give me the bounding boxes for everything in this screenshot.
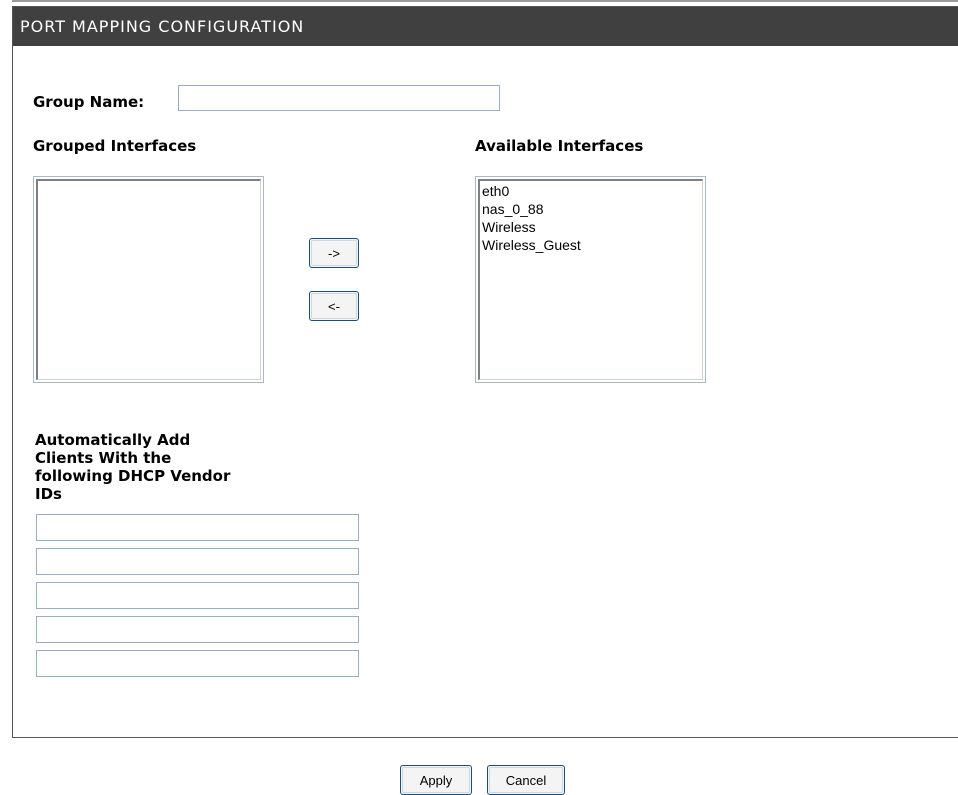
cancel-button[interactable]: Cancel [487,765,565,795]
dhcp-vendor-ids-label-line: Automatically Add [35,431,191,449]
dhcp-vendor-ids-label-line: IDs [35,485,62,503]
group-name-input[interactable] [178,85,500,111]
move-right-button[interactable]: -> [309,238,359,268]
dhcp-vendor-id-input[interactable] [36,650,359,677]
available-interfaces-label: Available Interfaces [475,137,644,155]
group-name-label: Group Name: [33,93,145,111]
interface-option[interactable]: eth0 [482,182,700,200]
dhcp-vendor-id-input[interactable] [36,582,359,609]
dhcp-vendor-id-input[interactable] [36,514,359,541]
apply-button[interactable]: Apply [400,765,472,795]
dhcp-vendor-ids-label-line: Clients With the [35,449,172,467]
interface-option[interactable]: nas_0_88 [482,200,700,218]
interface-option[interactable]: Wireless_Guest [482,236,700,254]
panel-title: PORT MAPPING CONFIGURATION [13,7,958,46]
port-mapping-panel: PORT MAPPING CONFIGURATION Group Name: G… [12,6,958,738]
available-interfaces-list[interactable]: eth0 nas_0_88 Wireless Wireless_Guest [475,176,706,383]
dhcp-vendor-id-input[interactable] [36,548,359,575]
move-left-button[interactable]: <- [309,291,359,321]
interface-option[interactable]: Wireless [482,218,700,236]
dhcp-vendor-id-input[interactable] [36,616,359,643]
grouped-interfaces-label: Grouped Interfaces [33,137,197,155]
top-rule [12,0,958,2]
dhcp-vendor-ids-label: Automatically Add Clients With the followi… [35,431,230,503]
grouped-interfaces-list-body [36,179,261,380]
available-interfaces-list-body: eth0 nas_0_88 Wireless Wireless_Guest [478,179,703,380]
grouped-interfaces-list[interactable] [33,176,264,383]
dhcp-vendor-ids-label-line: following DHCP Vendor [35,467,231,485]
